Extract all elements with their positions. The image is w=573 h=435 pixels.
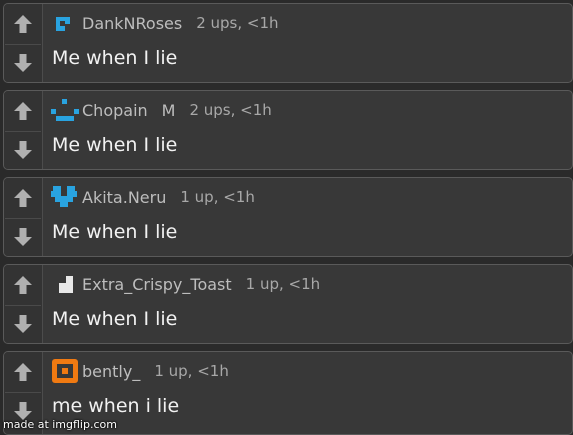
user-avatar[interactable] bbox=[51, 272, 81, 296]
comment-text: me when i lie bbox=[52, 395, 180, 417]
downvote-arrow-icon bbox=[14, 228, 32, 246]
vote-column bbox=[4, 4, 43, 82]
downvote-button[interactable] bbox=[5, 218, 41, 255]
heart-avatar-icon bbox=[51, 186, 77, 207]
username-link[interactable]: Akita.Neru bbox=[82, 188, 166, 207]
dank-avatar-icon bbox=[56, 17, 70, 31]
downvote-arrow-icon bbox=[14, 315, 32, 333]
downvote-button[interactable] bbox=[5, 131, 41, 168]
square-avatar-icon bbox=[52, 359, 78, 383]
vote-column bbox=[4, 178, 43, 256]
comment-header: Chopain M 2 ups, <1h bbox=[51, 98, 272, 122]
upvote-arrow-icon bbox=[14, 15, 32, 33]
upvote-timestamp: 2 ups, <1h bbox=[189, 101, 272, 119]
downvote-arrow-icon bbox=[14, 141, 32, 159]
upvote-timestamp: 1 up, <1h bbox=[154, 362, 229, 380]
upvote-timestamp: 1 up, <1h bbox=[180, 188, 255, 206]
comment-card: Chopain M 2 ups, <1h Me when I lie bbox=[3, 90, 573, 170]
imgflip-watermark: made at imgflip.com bbox=[3, 418, 117, 431]
upvote-timestamp: 1 up, <1h bbox=[245, 275, 321, 293]
user-avatar[interactable] bbox=[51, 185, 81, 209]
smiley-avatar-icon bbox=[51, 99, 79, 121]
username-link[interactable]: Chopain bbox=[82, 101, 148, 120]
comment-text: Me when I lie bbox=[52, 134, 178, 156]
comment-card: DankNRoses 2 ups, <1h Me when I lie bbox=[3, 3, 573, 83]
vote-column bbox=[4, 91, 43, 169]
stairs-avatar-icon bbox=[59, 276, 73, 293]
downvote-button[interactable] bbox=[5, 305, 41, 342]
vote-column bbox=[4, 265, 43, 343]
user-avatar[interactable] bbox=[51, 359, 81, 383]
comment-header: Akita.Neru 1 up, <1h bbox=[51, 185, 255, 209]
comment-header: Extra_Crispy_Toast 1 up, <1h bbox=[51, 272, 320, 296]
upvote-button[interactable] bbox=[5, 180, 41, 216]
upvote-arrow-icon bbox=[14, 102, 32, 120]
upvote-arrow-icon bbox=[14, 363, 32, 381]
upvote-button[interactable] bbox=[5, 93, 41, 129]
username-link[interactable]: DankNRoses bbox=[82, 14, 182, 33]
upvote-arrow-icon bbox=[14, 276, 32, 294]
upvote-arrow-icon bbox=[14, 189, 32, 207]
user-avatar[interactable] bbox=[51, 98, 81, 122]
comment-text: Me when I lie bbox=[52, 308, 178, 330]
username-link[interactable]: Extra_Crispy_Toast bbox=[82, 275, 232, 294]
upvote-button[interactable] bbox=[5, 267, 41, 303]
upvote-button[interactable] bbox=[5, 6, 41, 42]
comment-header: bently_ 1 up, <1h bbox=[51, 359, 229, 383]
downvote-arrow-icon bbox=[14, 54, 32, 72]
user-avatar[interactable] bbox=[51, 11, 81, 35]
comment-text: Me when I lie bbox=[52, 47, 178, 69]
comment-text: Me when I lie bbox=[52, 221, 178, 243]
comment-header: DankNRoses 2 ups, <1h bbox=[51, 11, 279, 35]
comment-card: Akita.Neru 1 up, <1h Me when I lie bbox=[3, 177, 573, 257]
upvote-timestamp: 2 ups, <1h bbox=[196, 14, 279, 32]
comment-card: Extra_Crispy_Toast 1 up, <1h Me when I l… bbox=[3, 264, 573, 344]
username-link[interactable]: bently_ bbox=[82, 362, 140, 381]
downvote-button[interactable] bbox=[5, 44, 41, 81]
user-flair: M bbox=[161, 100, 176, 120]
upvote-button[interactable] bbox=[5, 354, 41, 390]
